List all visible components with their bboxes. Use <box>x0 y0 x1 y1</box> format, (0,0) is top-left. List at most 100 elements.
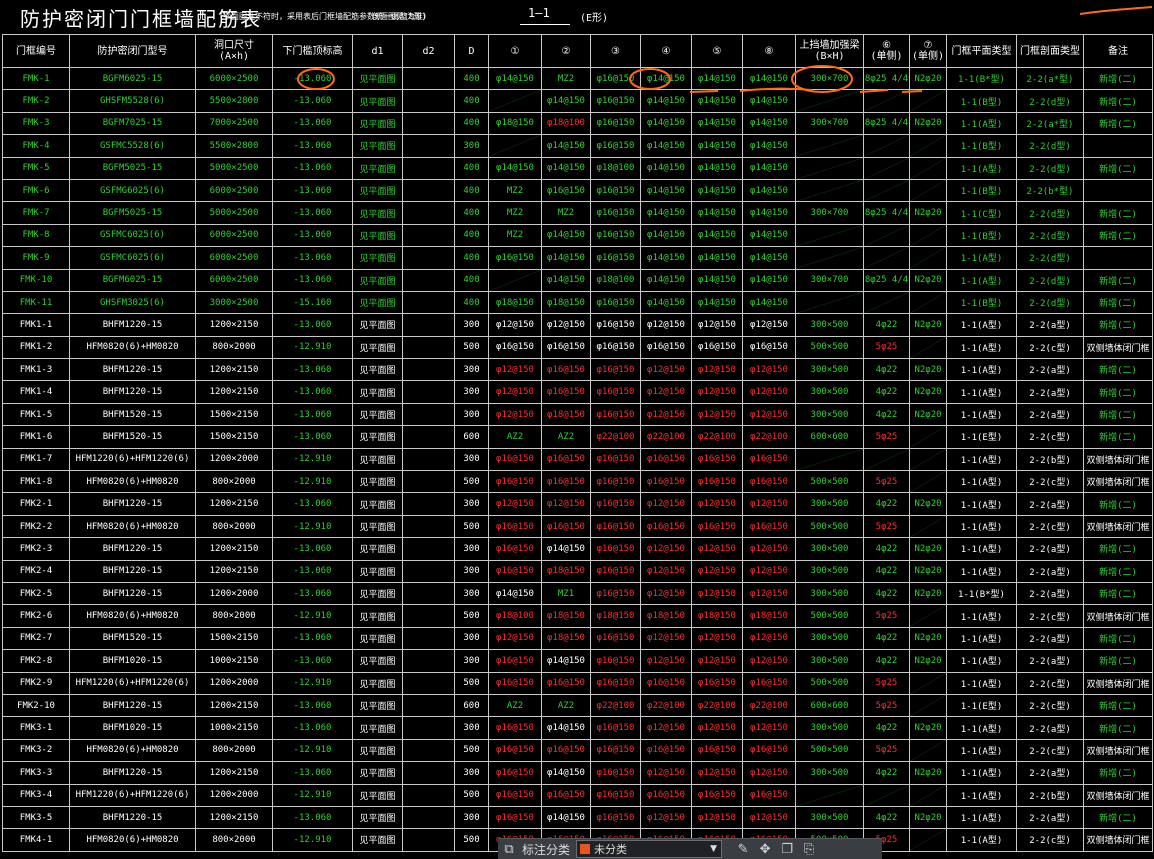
table-row[interactable]: FMK2-8 BHFM1020-15 1000×2150 -13.060 见平面图 300… <box>2 649 1153 673</box>
cell-value: 6000×2500 <box>209 73 259 84</box>
cell-value: FMK-11 <box>19 297 53 308</box>
table-cell: φ14@150 <box>541 134 591 158</box>
table-row[interactable]: FMK3-3 BHFM1220-15 1200×2150 -13.060 见平面图 300… <box>2 761 1153 785</box>
table-cell: φ12@150 <box>640 805 692 830</box>
table-row[interactable]: FMK3-1 BHFM1020-15 1000×2150 -13.060 见平面图 300… <box>2 716 1153 740</box>
table-row[interactable]: FMK2-4 BHFM1220-15 1200×2150 -13.060 见平面图 300… <box>2 559 1153 583</box>
table-row[interactable]: FMK2-7 BHFM1520-15 1500×2150 -13.060 见平面图 300… <box>2 626 1153 651</box>
table-cell: 4φ22 <box>863 626 910 651</box>
table-cell: -13.060 <box>272 313 353 337</box>
table-cell: φ16@150 <box>691 783 743 807</box>
table-cell: φ14@150 <box>541 716 591 740</box>
table-cell: 1-1(B*型) <box>946 66 1017 91</box>
cell-value: -13.060 <box>293 566 332 577</box>
table-row[interactable]: FMK-4 GSFMC5528(6) 5500×2800 -13.060 见平面图 300… <box>2 134 1153 158</box>
table-cell: φ16@150 <box>590 380 641 404</box>
table-row[interactable]: FMK2-9 HFM1220(6)+HFM1220(6) 1200×2000 -12.… <box>2 671 1153 695</box>
table-cell: 见平面图 <box>352 581 403 606</box>
table-row[interactable]: FMK3-2 HFM0820(6)+HM0820 800×2000 -12.910 见平… <box>2 738 1153 763</box>
table-cell: 8φ25 4/4 <box>863 201 910 225</box>
cell-value: 300×700 <box>810 208 849 219</box>
table-cell: HFM1220(6)+HFM1220(6) <box>69 447 196 472</box>
table-row[interactable]: FMK-8 GSFMC6025(6) 6000×2500 -13.060 见平面图 400… <box>2 223 1153 248</box>
table-row[interactable]: FMK1-2 HFM0820(6)+HM0820 800×2000 -12.910 见平… <box>2 335 1153 360</box>
table-cell <box>909 335 947 360</box>
table-cell <box>909 783 947 807</box>
cell-value: FMK2-10 <box>17 700 55 711</box>
table-row[interactable]: FMK1-8 HFM0820(6)+HM0820 800×2000 -12.910 见平… <box>2 470 1153 494</box>
table-row[interactable]: FMK-5 BGFM5025-15 5000×2500 -13.060 见平面图 400 φ… <box>2 156 1153 180</box>
table-row[interactable]: FMK-11 GHSFM3025(6) 3000×2500 -15.160 见平面图 40… <box>2 290 1153 315</box>
table-row[interactable]: FMK2-3 BHFM1220-15 1200×2150 -13.060 见平面图 300… <box>2 537 1153 561</box>
table-cell: φ16@150 <box>488 559 542 583</box>
table-row[interactable]: FMK-3 BGFM7025-15 7000×2500 -13.060 见平面图 400 φ… <box>2 111 1153 136</box>
table-cell: MZ1 <box>541 581 591 606</box>
table-row[interactable]: FMK2-6 HFM0820(6)+HM0820 800×2000 -12.910 见平… <box>2 604 1153 628</box>
cell-value: 双侧墙体闭门框 <box>1086 612 1150 623</box>
table-cell: 1-1(A型) <box>946 604 1017 628</box>
column-header: 门框编号 <box>2 34 70 68</box>
table-row[interactable]: FMK1-7 HFM1220(6)+HFM1220(6) 1200×2000 -12.… <box>2 447 1153 472</box>
table-cell: 6000×2500 <box>195 223 273 248</box>
table-cell <box>402 537 455 561</box>
table-cell <box>795 447 864 472</box>
category-select[interactable]: 未分类 ▼ <box>576 840 723 858</box>
table-row[interactable]: FMK-10 BGFM6025-15 6000×2500 -13.060 见平面图 400… <box>2 268 1153 292</box>
cell-value: 300×500 <box>810 566 849 577</box>
table-cell: BHFM1020-15 <box>69 649 196 673</box>
cell-value: BHFM1020-15 <box>102 655 163 666</box>
table-row[interactable]: FMK3-4 HFM1220(6)+HFM1220(6) 1200×2000 -12.… <box>2 783 1153 807</box>
table-cell: φ16@150 <box>640 671 692 695</box>
table-cell: 300 <box>454 581 489 606</box>
table-row[interactable]: FMK1-1 BHFM1220-15 1200×2150 -13.060 见平面图 300… <box>2 313 1153 337</box>
table-row[interactable]: FMK-1 BGFM6025-15 6000×2500 -13.060 见平面图 400 φ… <box>2 66 1153 91</box>
cell-value: φ22@100 <box>596 700 635 711</box>
table-row[interactable]: FMK2-5 BHFM1220-15 1200×2000 -13.060 见平面图 300… <box>2 581 1153 606</box>
paste-icon[interactable]: ⎘ <box>798 842 820 857</box>
table-row[interactable]: FMK1-6 BHFM1520-15 1500×2150 -13.060 见平面图 600… <box>2 425 1153 449</box>
table-cell: FMK2-9 <box>2 671 70 695</box>
table-cell: φ16@150 <box>590 649 641 673</box>
table-cell: 600 <box>454 425 489 449</box>
cell-value: 2-2(a型) <box>1029 500 1071 511</box>
table-row[interactable]: FMK3-5 BHFM1220-15 1200×2150 -13.060 见平面图 300… <box>2 805 1153 830</box>
table-row[interactable]: FMK2-1 BHFM1220-15 1200×2150 -13.060 见平面图 300… <box>2 492 1153 516</box>
cell-value: BHFM1520-15 <box>102 431 163 442</box>
cell-value: 1-1(A型) <box>960 321 1003 332</box>
cell-value: 见平面图 <box>359 366 396 377</box>
copy-icon[interactable]: ❐ <box>776 842 798 857</box>
column-header-label: 下门槛顶标高 <box>282 45 343 57</box>
table-row[interactable]: FMK1-5 BHFM1520-15 1500×2150 -13.060 见平面图 300… <box>2 402 1153 427</box>
layers-icon[interactable]: ⧉ <box>498 842 520 857</box>
cell-value: -12.910 <box>293 521 332 532</box>
cell-value: φ14@150 <box>547 767 585 778</box>
pen-icon[interactable]: ✎ <box>732 842 754 857</box>
table-row[interactable]: FMK2-2 HFM0820(6)+HM0820 800×2000 -12.910 见平… <box>2 514 1153 539</box>
table-cell <box>1083 246 1153 270</box>
table-cell: 500 <box>454 738 489 763</box>
table-row[interactable]: FMK1-4 BHFM1220-15 1200×2150 -13.060 见平面图 300… <box>2 380 1153 404</box>
cell-value: 见平面图 <box>359 276 396 287</box>
table-row[interactable]: FMK-7 BGFM5025-15 5000×2500 -13.060 见平面图 400 M… <box>2 201 1153 225</box>
table-row[interactable]: FMK-9 GSFMC6025(6) 6000×2500 -13.060 见平面图 400… <box>2 246 1153 270</box>
cell-value: φ12@150 <box>698 723 736 734</box>
table-cell: 1-1(A型) <box>946 470 1017 494</box>
cell-value: 4φ22 <box>875 499 898 510</box>
table-cell: φ14@150 <box>640 66 692 91</box>
move-icon[interactable]: ✥ <box>754 842 776 857</box>
table-row[interactable]: FMK1-3 BHFM1220-15 1200×2150 -13.060 见平面图 300… <box>2 358 1153 382</box>
cell-value: 1-1(A型) <box>960 119 1003 130</box>
table-row[interactable]: FMK-2 GHSFM5528(6) 5500×2800 -13.060 见平面图 400… <box>2 89 1153 113</box>
cell-value: BGFM5025-15 <box>102 208 163 219</box>
cell-value: FMK2-8 <box>19 655 53 666</box>
table-cell: φ14@150 <box>691 134 743 158</box>
table-cell: φ14@150 <box>742 178 796 203</box>
table-cell: 1000×2150 <box>195 716 273 740</box>
table-cell: FMK2-7 <box>2 626 70 651</box>
table-row[interactable]: FMK2-10 BHFM1220-15 1200×2150 -13.060 见平面图 60… <box>2 693 1153 718</box>
table-cell: 1-1(B型) <box>946 178 1017 203</box>
table-cell: 1-1(B型) <box>946 223 1017 248</box>
cell-value: 见平面图 <box>359 612 396 623</box>
cell-value: 1200×2150 <box>209 543 259 554</box>
table-row[interactable]: FMK-6 GSFMG6025(6) 6000×2500 -13.060 见平面图 400… <box>2 178 1153 203</box>
